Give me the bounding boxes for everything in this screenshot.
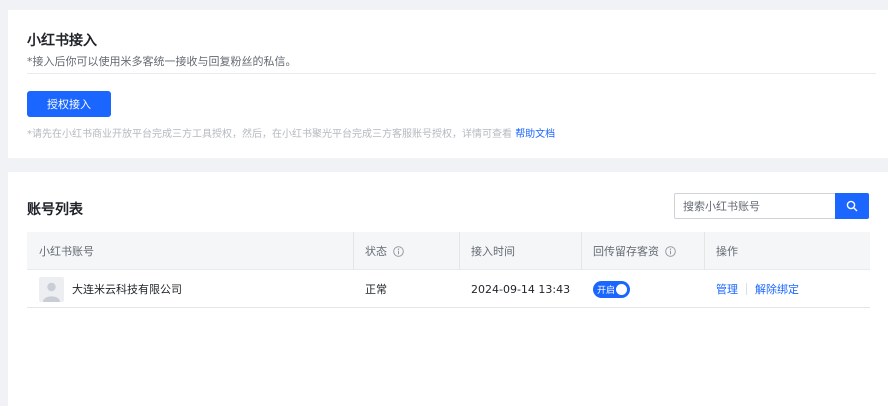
action-divider xyxy=(746,283,747,295)
help-doc-link[interactable]: 帮助文档 xyxy=(515,129,555,140)
column-header-retain: 回传留存客资 xyxy=(581,232,704,270)
status-text: 正常 xyxy=(365,283,387,296)
integration-card: 小红书接入 *接入后你可以使用米多客统一接收与回复粉丝的私信。 授权接入 *请先… xyxy=(8,10,888,158)
column-header-account: 小红书账号 xyxy=(39,245,94,258)
integration-title: 小红书接入 xyxy=(27,33,97,49)
retain-cell: 开启 xyxy=(581,270,704,308)
column-header-status: 状态 xyxy=(353,232,459,270)
retain-toggle[interactable]: 开启 xyxy=(593,280,630,298)
status-cell: 正常 xyxy=(353,270,459,308)
column-header-connect-time: 接入时间 xyxy=(459,232,581,270)
table-header: 小红书账号 状态 接入时间 回传留存客资 操作 xyxy=(27,232,870,270)
info-icon[interactable] xyxy=(393,245,404,257)
search-box xyxy=(674,193,869,219)
info-icon[interactable] xyxy=(665,245,676,257)
integration-description: *接入后你可以使用米多客统一接收与回复粉丝的私信。 xyxy=(27,55,297,68)
account-list-card: 账号列表 小红书账号 状态 xyxy=(8,172,888,406)
search-icon xyxy=(846,200,858,212)
actions-cell: 管理 解除绑定 xyxy=(704,270,870,308)
connect-time: 2024-09-14 13:43 xyxy=(471,282,571,296)
account-list-title: 账号列表 xyxy=(27,202,83,218)
table-row: 大连米云科技有限公司 正常 2024-09-14 13:43 开启 管理 解除绑… xyxy=(27,270,870,308)
account-name: 大连米云科技有限公司 xyxy=(72,283,182,296)
toggle-label: 开启 xyxy=(597,285,616,296)
search-input[interactable] xyxy=(674,193,835,219)
account-cell: 大连米云科技有限公司 xyxy=(27,270,353,308)
divider xyxy=(27,73,876,74)
unbind-link[interactable]: 解除绑定 xyxy=(755,281,799,297)
account-table: 小红书账号 状态 接入时间 回传留存客资 操作 大连米云科技有限公司 正常 20… xyxy=(27,232,870,308)
integration-hint: *请先在小红书商业开放平台完成三方工具授权，然后，在小红书聚光平台完成三方客服账… xyxy=(27,125,555,140)
authorize-button[interactable]: 授权接入 xyxy=(27,91,111,117)
search-button[interactable] xyxy=(835,193,869,219)
hint-text: *请先在小红书商业开放平台完成三方工具授权，然后，在小红书聚光平台完成三方客服账… xyxy=(27,129,512,140)
manage-link[interactable]: 管理 xyxy=(716,281,738,297)
toggle-knob xyxy=(616,283,627,295)
user-avatar-icon xyxy=(39,276,64,302)
connect-time-cell: 2024-09-14 13:43 xyxy=(459,270,581,308)
column-header-actions: 操作 xyxy=(704,232,870,270)
